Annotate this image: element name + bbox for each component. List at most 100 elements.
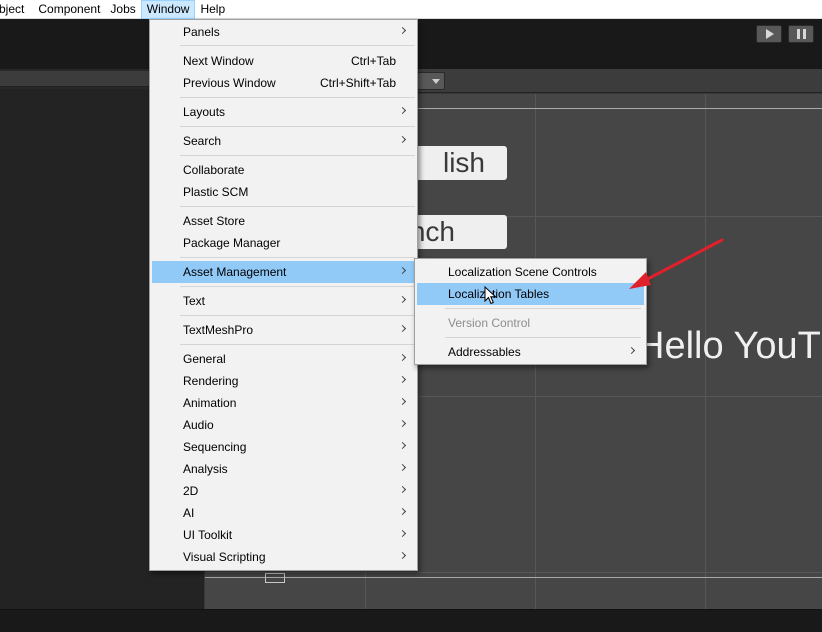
menu-item-sequencing[interactable]: Sequencing bbox=[152, 436, 415, 458]
menu-separator bbox=[180, 45, 415, 46]
chevron-right-icon bbox=[398, 529, 407, 538]
mouse-cursor-icon bbox=[484, 286, 497, 305]
chevron-right-icon bbox=[398, 441, 407, 450]
caret-down-icon bbox=[432, 78, 440, 84]
menu-item-layouts[interactable]: Layouts bbox=[152, 101, 415, 123]
menu-item-collaborate[interactable]: Collaborate bbox=[152, 159, 415, 181]
menu-item-label: General bbox=[183, 352, 226, 366]
chevron-right-icon bbox=[398, 485, 407, 494]
menu-item-asset-management[interactable]: Asset Management bbox=[152, 261, 415, 283]
pause-button[interactable] bbox=[788, 25, 814, 43]
play-button[interactable] bbox=[756, 25, 782, 43]
chevron-right-icon bbox=[398, 266, 407, 275]
menu-item-label: Asset Store bbox=[183, 214, 246, 228]
menu-item-label: Localization Tables bbox=[448, 287, 550, 301]
menu-item-audio[interactable]: Audio bbox=[152, 414, 415, 436]
menu-item-rendering[interactable]: Rendering bbox=[152, 370, 415, 392]
menu-separator bbox=[180, 155, 415, 156]
menu-item-label: 2D bbox=[183, 484, 199, 498]
menu-item-animation[interactable]: Animation bbox=[152, 392, 415, 414]
red-arrow-annotation bbox=[629, 238, 724, 289]
menu-item-package-manager[interactable]: Package Manager bbox=[152, 232, 415, 254]
menu-item-addressables[interactable]: Addressables bbox=[417, 341, 644, 363]
menu-item-label: Search bbox=[183, 134, 222, 148]
menu-separator bbox=[445, 337, 641, 338]
scene-dropdown[interactable] bbox=[417, 72, 445, 90]
menu-item-label: Plastic SCM bbox=[183, 185, 249, 199]
menu-separator bbox=[180, 126, 415, 127]
menu-item-label: Localization Scene Controls bbox=[448, 265, 597, 279]
chevron-right-icon bbox=[398, 419, 407, 428]
menu-separator bbox=[180, 286, 415, 287]
menu-separator bbox=[180, 97, 415, 98]
chevron-right-icon bbox=[398, 397, 407, 406]
menu-help[interactable]: Help bbox=[195, 0, 230, 19]
menu-gameobject[interactable]: bject bbox=[0, 0, 33, 19]
menu-item-localization-tables[interactable]: Localization Tables bbox=[417, 283, 644, 305]
menu-item-ai[interactable]: AI bbox=[152, 502, 415, 524]
menu-item-label: Panels bbox=[183, 25, 220, 39]
hello-text-object[interactable]: Hello YouT bbox=[637, 325, 821, 367]
english-button-label: lish bbox=[442, 147, 485, 178]
menu-item-label: Audio bbox=[183, 418, 214, 432]
menu-item-previous-window[interactable]: Previous Window Ctrl+Shift+Tab bbox=[152, 72, 415, 94]
menu-item-next-window[interactable]: Next Window Ctrl+Tab bbox=[152, 50, 415, 72]
menu-bar: bject Component Jobs Window Help bbox=[0, 0, 822, 19]
chevron-right-icon bbox=[398, 106, 407, 115]
menu-item-asset-store[interactable]: Asset Store bbox=[152, 210, 415, 232]
menu-separator bbox=[180, 344, 415, 345]
menu-item-ui-toolkit[interactable]: UI Toolkit bbox=[152, 524, 415, 546]
menu-item-version-control: Version Control bbox=[417, 312, 644, 334]
asset-management-submenu: Localization Scene Controls Localization… bbox=[414, 258, 647, 365]
menu-item-general[interactable]: General bbox=[152, 348, 415, 370]
play-icon bbox=[766, 29, 774, 39]
menu-item-analysis[interactable]: Analysis bbox=[152, 458, 415, 480]
menu-item-label: Version Control bbox=[448, 316, 531, 330]
menu-item-2d[interactable]: 2D bbox=[152, 480, 415, 502]
chevron-right-icon bbox=[627, 346, 636, 355]
menu-item-label: Layouts bbox=[183, 105, 226, 119]
menu-item-label: AI bbox=[183, 506, 195, 520]
grid-line bbox=[205, 572, 822, 573]
menu-item-plastic-scm[interactable]: Plastic SCM bbox=[152, 181, 415, 203]
status-bar bbox=[0, 609, 822, 632]
menu-item-panels[interactable]: Panels bbox=[152, 21, 415, 43]
menu-jobs[interactable]: Jobs bbox=[105, 0, 140, 19]
menu-window[interactable]: Window bbox=[140, 0, 196, 19]
menu-item-label: Text bbox=[183, 294, 206, 308]
chevron-right-icon bbox=[398, 295, 407, 304]
menu-item-label: Previous Window bbox=[183, 76, 276, 90]
menu-item-label: Sequencing bbox=[183, 440, 247, 454]
menu-component[interactable]: Component bbox=[33, 0, 105, 19]
menu-item-search[interactable]: Search bbox=[152, 130, 415, 152]
chevron-right-icon bbox=[398, 507, 407, 516]
menu-separator bbox=[180, 315, 415, 316]
menu-item-localization-scene-controls[interactable]: Localization Scene Controls bbox=[417, 261, 644, 283]
menu-item-label: Addressables bbox=[448, 345, 521, 359]
menu-separator bbox=[445, 308, 641, 309]
canvas-outline bbox=[205, 577, 822, 578]
chevron-right-icon bbox=[398, 324, 407, 333]
menu-item-label: Package Manager bbox=[183, 236, 281, 250]
menu-item-text[interactable]: Text bbox=[152, 290, 415, 312]
chevron-right-icon bbox=[398, 135, 407, 144]
menu-separator bbox=[180, 257, 415, 258]
menu-item-label: Animation bbox=[183, 396, 237, 410]
pause-icon bbox=[796, 29, 806, 39]
menu-item-textmeshpro[interactable]: TextMeshPro bbox=[152, 319, 415, 341]
menu-item-label: Visual Scripting bbox=[183, 550, 266, 564]
menu-separator bbox=[180, 206, 415, 207]
chevron-right-icon bbox=[398, 463, 407, 472]
menu-item-label: Asset Management bbox=[183, 265, 287, 279]
window-menu: Panels Next Window Ctrl+Tab Previous Win… bbox=[149, 19, 418, 571]
chevron-right-icon bbox=[398, 375, 407, 384]
menu-item-shortcut: Ctrl+Tab bbox=[350, 54, 396, 68]
menu-item-label: Next Window bbox=[183, 54, 254, 68]
menu-item-visual-scripting[interactable]: Visual Scripting bbox=[152, 546, 415, 568]
menu-item-label: UI Toolkit bbox=[183, 528, 233, 542]
chevron-right-icon bbox=[398, 551, 407, 560]
rect-handle[interactable] bbox=[265, 573, 285, 583]
chevron-right-icon bbox=[398, 353, 407, 362]
menu-item-label: TextMeshPro bbox=[183, 323, 254, 337]
menu-item-label: Rendering bbox=[183, 374, 239, 388]
